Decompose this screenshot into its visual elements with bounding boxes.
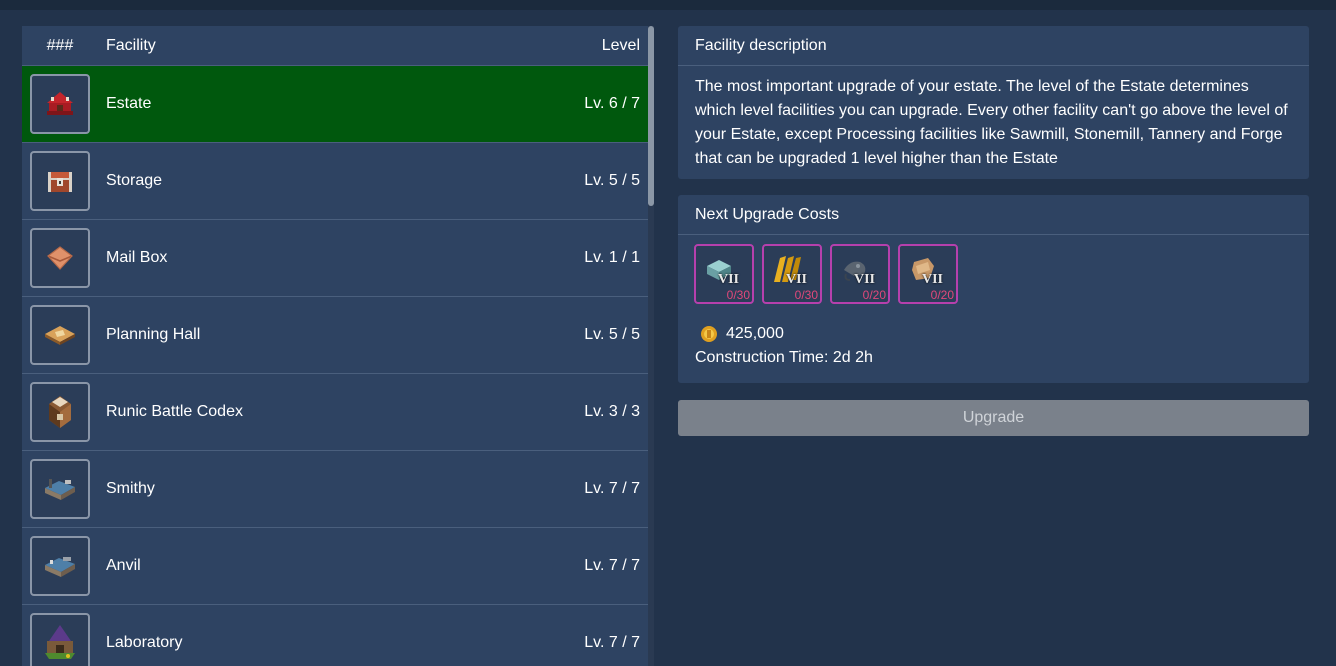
cost-items: VII 0/30 VII 0/30 VII 0/20 VII 0/20 <box>678 235 1309 304</box>
facility-name: Laboratory <box>106 634 183 651</box>
cost-quantity: 0/30 <box>726 288 750 302</box>
facility-list-header: ### Facility Level <box>22 26 648 66</box>
facility-description-title: Facility description <box>678 26 1309 66</box>
cost-item-wood[interactable]: VII 0/30 <box>762 244 822 304</box>
cost-tier: VII <box>718 272 740 287</box>
facility-name: Storage <box>106 172 163 189</box>
cost-quantity: 0/20 <box>930 288 954 302</box>
facility-name: Mail Box <box>106 249 168 266</box>
facility-level: Lv. 5 / 5 <box>584 172 640 189</box>
gold-coin-icon <box>701 326 717 342</box>
facility-name: Smithy <box>106 480 155 497</box>
facility-level: Lv. 6 / 7 <box>584 95 640 112</box>
cost-tier: VII <box>854 272 876 287</box>
facility-row-storage[interactable]: Storage Lv. 5 / 5 <box>22 143 648 220</box>
upgrade-costs-title: Next Upgrade Costs <box>678 195 1309 235</box>
facility-description-text: The most important upgrade of your estat… <box>695 78 1288 167</box>
facility-row-anvil[interactable]: Anvil Lv. 7 / 7 <box>22 528 648 605</box>
cost-tier: VII <box>786 272 808 287</box>
facility-level: Lv. 1 / 1 <box>584 249 640 266</box>
facility-name: Anvil <box>106 557 141 574</box>
facility-name: Planning Hall <box>106 326 201 343</box>
facility-level: Lv. 7 / 7 <box>584 557 640 574</box>
laboratory-icon <box>30 613 90 666</box>
facility-name: Estate <box>106 95 152 112</box>
estate-icon <box>30 74 90 134</box>
codex-book-icon <box>30 382 90 442</box>
facility-row-runic-battle-codex[interactable]: Runic Battle Codex Lv. 3 / 3 <box>22 374 648 451</box>
facility-list-scrollbar[interactable] <box>648 26 654 666</box>
cost-quantity: 0/20 <box>862 288 886 302</box>
cost-quantity: 0/30 <box>794 288 818 302</box>
facility-row-estate[interactable]: Estate Lv. 6 / 7 <box>22 66 648 143</box>
column-header-level: Level <box>601 36 640 54</box>
facility-row-mail-box[interactable]: Mail Box Lv. 1 / 1 <box>22 220 648 297</box>
mailbox-envelope-icon <box>30 228 90 288</box>
upgrade-button[interactable]: Upgrade <box>678 400 1309 436</box>
cost-tier: VII <box>922 272 944 287</box>
planning-table-icon <box>30 305 90 365</box>
facility-name: Runic Battle Codex <box>106 403 243 420</box>
facility-row-smithy[interactable]: Smithy Lv. 7 / 7 <box>22 451 648 528</box>
scrollbar-thumb[interactable] <box>648 26 654 206</box>
cost-item-metal[interactable]: VII 0/20 <box>830 244 890 304</box>
column-header-facility: Facility <box>106 36 156 54</box>
cost-item-leather[interactable]: VII 0/20 <box>898 244 958 304</box>
smithy-building-icon <box>30 459 90 519</box>
facility-description-panel: Facility description The most important … <box>678 26 1309 179</box>
facility-list: ### Facility Level Estate Lv. 6 / 7 Stor… <box>22 26 648 666</box>
gold-amount: 425,000 <box>726 325 784 342</box>
facility-row-laboratory[interactable]: Laboratory Lv. 7 / 7 <box>22 605 648 666</box>
upgrade-costs-panel: Next Upgrade Costs VII 0/30 VII 0/30 VII… <box>678 195 1309 383</box>
storage-chest-icon <box>30 151 90 211</box>
construction-time: Construction Time: 2d 2h <box>695 349 873 366</box>
top-bar <box>0 0 1336 10</box>
gold-cost: 425,000 <box>678 304 1309 343</box>
facility-row-planning-hall[interactable]: Planning Hall Lv. 5 / 5 <box>22 297 648 374</box>
facility-level: Lv. 3 / 3 <box>584 403 640 420</box>
column-header-number: ### <box>46 36 74 54</box>
facility-level: Lv. 7 / 7 <box>584 634 640 651</box>
anvil-building-icon <box>30 536 90 596</box>
facility-level: Lv. 5 / 5 <box>584 326 640 343</box>
facility-level: Lv. 7 / 7 <box>584 480 640 497</box>
cost-item-stone[interactable]: VII 0/30 <box>694 244 754 304</box>
